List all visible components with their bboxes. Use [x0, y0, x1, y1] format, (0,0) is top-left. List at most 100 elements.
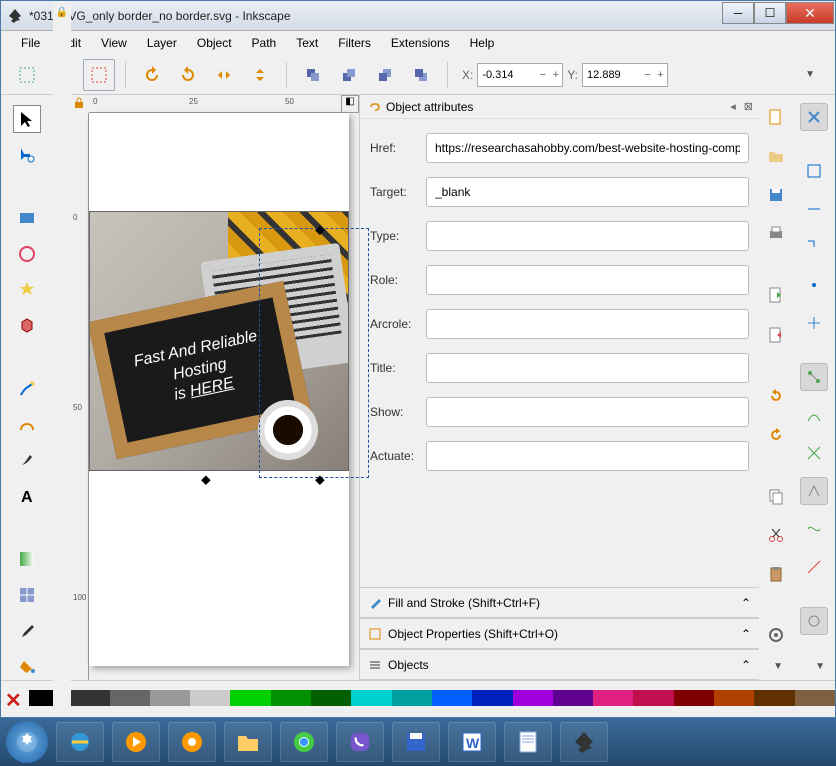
panel-fill-stroke[interactable]: Fill and Stroke (Shift+Ctrl+F)⌃	[360, 587, 759, 618]
menu-view[interactable]: View	[91, 33, 137, 53]
undo-icon[interactable]	[762, 382, 790, 409]
x-inc[interactable]: +	[549, 69, 562, 81]
swatch[interactable]	[351, 690, 391, 706]
copy-icon[interactable]	[762, 482, 790, 509]
swatch[interactable]	[311, 690, 351, 706]
new-doc-icon[interactable]	[762, 103, 790, 130]
show-input[interactable]	[426, 397, 749, 427]
task-files[interactable]	[224, 722, 272, 762]
import-icon[interactable]	[762, 282, 790, 309]
handle-top[interactable]: ⬥	[315, 221, 325, 238]
rect-tool[interactable]	[13, 204, 41, 232]
save-icon[interactable]	[762, 182, 790, 209]
gradient-tool[interactable]	[13, 545, 41, 573]
panel-undock-icon[interactable]: ◂	[730, 100, 736, 113]
pencil-tool[interactable]	[13, 375, 41, 403]
deselect-icon[interactable]	[83, 59, 115, 91]
raise-top-icon[interactable]	[297, 59, 329, 91]
task-viber[interactable]	[336, 722, 384, 762]
doc-tab[interactable]: ◧	[341, 95, 359, 113]
menu-path[interactable]: Path	[242, 33, 287, 53]
swatch[interactable]	[432, 690, 472, 706]
menu-filters[interactable]: Filters	[328, 33, 381, 53]
bucket-tool[interactable]	[13, 652, 41, 680]
swatch[interactable]	[392, 690, 432, 706]
handle-br[interactable]: ⬥	[315, 471, 325, 488]
y-dec[interactable]: −	[641, 69, 654, 81]
swatch[interactable]	[754, 690, 794, 706]
type-input[interactable]	[426, 221, 749, 251]
swatch[interactable]	[714, 690, 754, 706]
snap-line-icon[interactable]	[800, 553, 828, 581]
snap-node-toggle[interactable]	[800, 363, 828, 391]
snap-cusp-icon[interactable]	[800, 477, 828, 505]
snap-mid-icon[interactable]	[800, 271, 828, 299]
node-tool[interactable]	[13, 141, 41, 169]
color-palette[interactable]	[29, 690, 835, 706]
no-fill-icon[interactable]: ✕	[5, 688, 25, 708]
snap-path-icon[interactable]	[800, 401, 828, 429]
swatch[interactable]	[553, 690, 593, 706]
snap-intersect-icon[interactable]	[800, 439, 828, 467]
task-media[interactable]	[112, 722, 160, 762]
snap-corner-icon[interactable]	[800, 233, 828, 261]
snap-other-toggle[interactable]	[800, 607, 828, 635]
snap-edge-icon[interactable]	[800, 195, 828, 223]
swatch[interactable]	[230, 690, 270, 706]
snap-toggle[interactable]	[800, 103, 828, 131]
x-dec[interactable]: −	[536, 69, 549, 81]
print-icon[interactable]	[762, 221, 790, 248]
task-chrome[interactable]	[280, 722, 328, 762]
menu-file[interactable]: File	[11, 33, 50, 53]
swatch[interactable]	[110, 690, 150, 706]
lower-icon[interactable]	[369, 59, 401, 91]
swatch[interactable]	[674, 690, 714, 706]
swatch[interactable]	[472, 690, 512, 706]
dropper-tool[interactable]	[13, 617, 41, 645]
x-input[interactable]	[478, 69, 536, 81]
text-tool[interactable]: A	[13, 482, 41, 510]
target-input[interactable]	[426, 177, 749, 207]
swatch[interactable]	[795, 690, 835, 706]
minimize-button[interactable]: ─	[722, 2, 754, 24]
task-inkscape[interactable]	[560, 722, 608, 762]
swatch[interactable]	[271, 690, 311, 706]
panel-objects[interactable]: Objects⌃	[360, 649, 759, 680]
menu-extensions[interactable]: Extensions	[381, 33, 460, 53]
start-button[interactable]	[6, 721, 48, 763]
col-overflow-icon[interactable]: ▼	[773, 661, 783, 672]
swatch[interactable]	[513, 690, 553, 706]
embedded-image[interactable]: Fast And Reliable Hosting is HERE	[89, 211, 349, 471]
arcrole-input[interactable]	[426, 309, 749, 339]
canvas[interactable]: Fast And Reliable Hosting is HERE ⬥ ⬥ ⬥	[89, 113, 359, 680]
menu-layer[interactable]: Layer	[137, 33, 187, 53]
paste-icon[interactable]	[762, 561, 790, 588]
close-button[interactable]: ✕	[786, 2, 834, 24]
select-all-icon[interactable]	[11, 59, 43, 91]
3dbox-tool[interactable]	[13, 311, 41, 339]
href-input[interactable]	[426, 133, 749, 163]
swatch[interactable]	[190, 690, 230, 706]
circle-tool[interactable]	[13, 240, 41, 268]
flip-v-icon[interactable]	[244, 59, 276, 91]
task-save[interactable]	[392, 722, 440, 762]
snap-center-icon[interactable]	[800, 309, 828, 337]
bezier-tool[interactable]	[13, 410, 41, 438]
maximize-button[interactable]: ☐	[754, 2, 786, 24]
rotate-cw-icon[interactable]	[172, 59, 204, 91]
panel-object-props[interactable]: Object Properties (Shift+Ctrl+O)⌃	[360, 618, 759, 649]
export-icon[interactable]	[762, 321, 790, 348]
swatch[interactable]	[150, 690, 190, 706]
y-input[interactable]	[583, 69, 641, 81]
selector-tool[interactable]	[13, 105, 41, 133]
flip-h-icon[interactable]	[208, 59, 240, 91]
star-tool[interactable]	[13, 276, 41, 304]
mesh-tool[interactable]	[13, 581, 41, 609]
swatch[interactable]	[593, 690, 633, 706]
task-word[interactable]: W	[448, 722, 496, 762]
calligraphy-tool[interactable]	[13, 446, 41, 474]
lower-bottom-icon[interactable]	[405, 59, 437, 91]
actuate-input[interactable]	[426, 441, 749, 471]
menu-help[interactable]: Help	[460, 33, 505, 53]
task-settings[interactable]	[168, 722, 216, 762]
